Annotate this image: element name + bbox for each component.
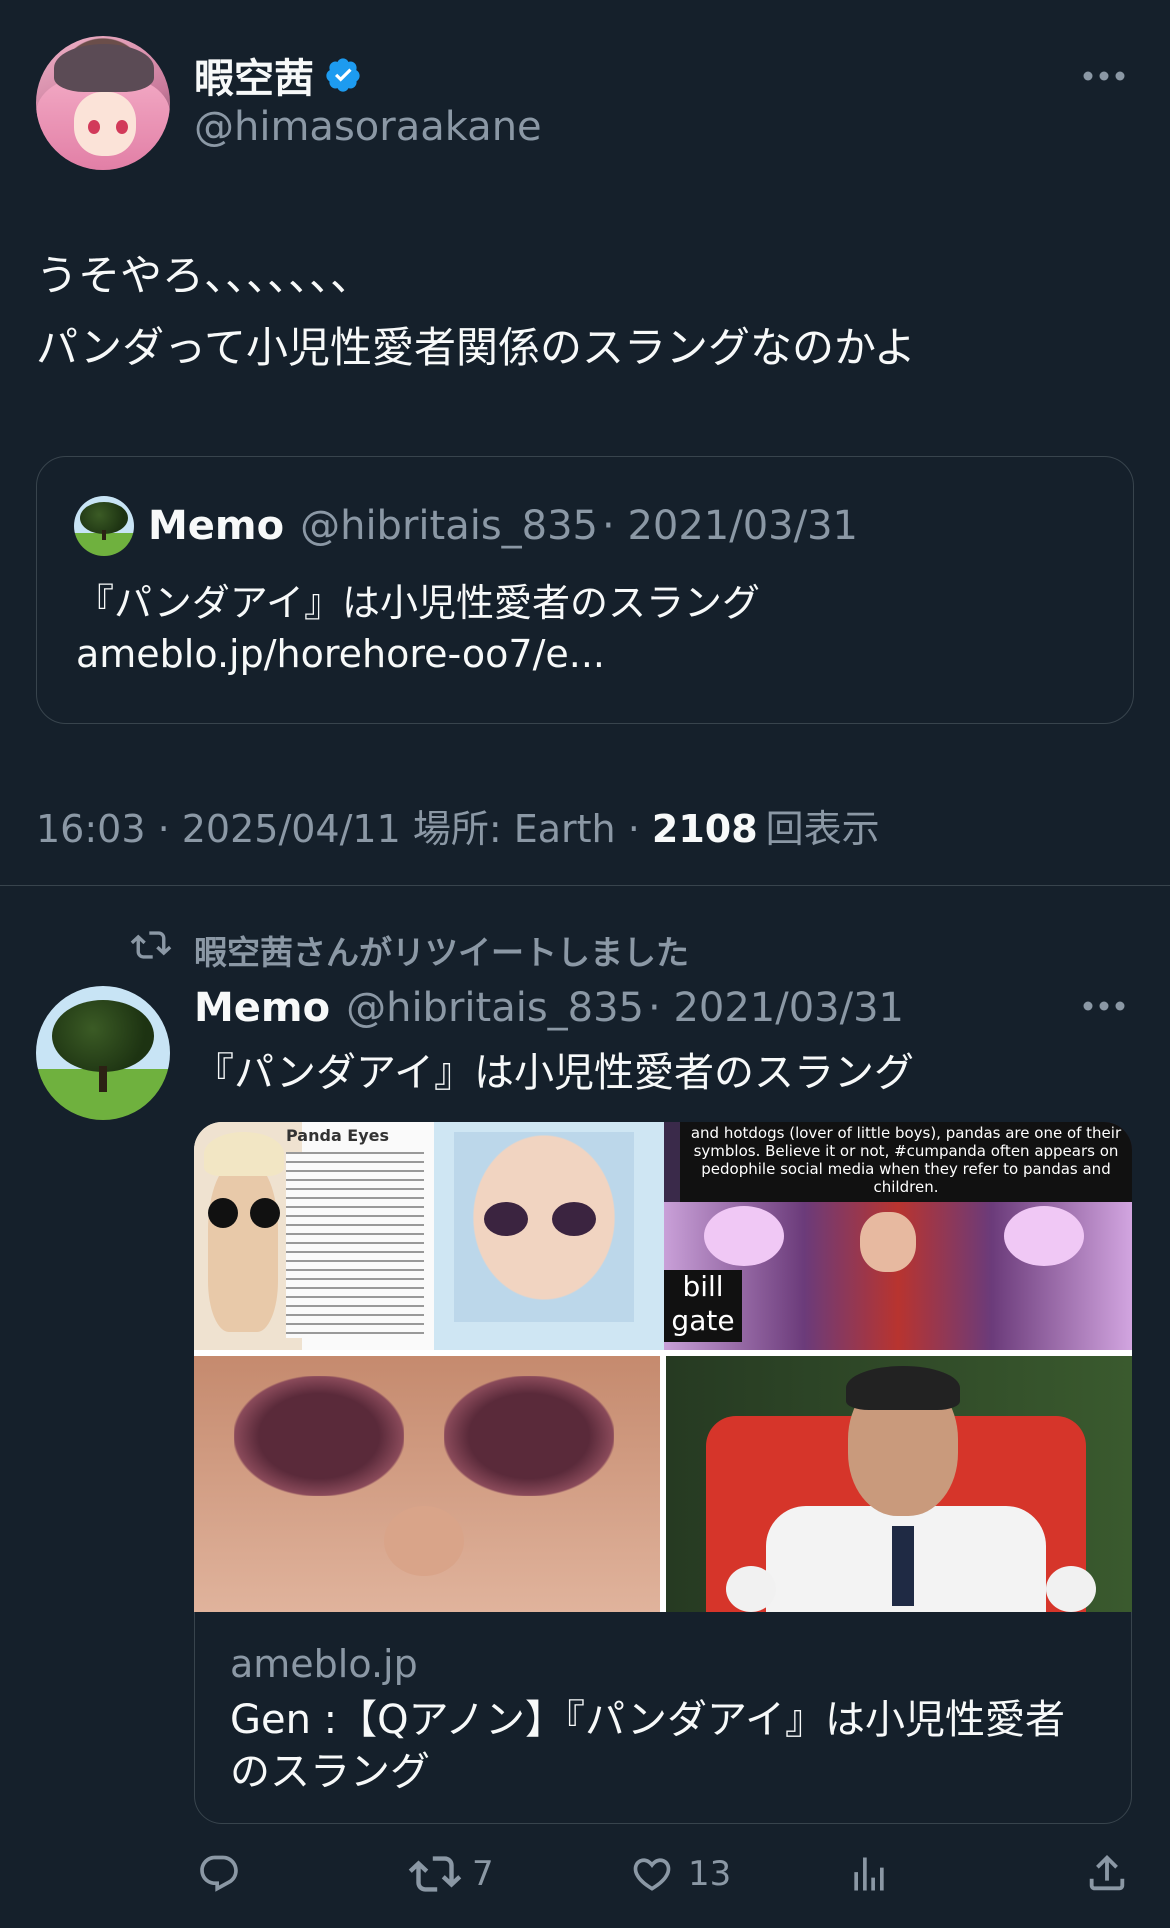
reply-icon[interactable]: [196, 1852, 242, 1896]
retweet-icon[interactable]: [408, 1852, 462, 1896]
view-label: 回表示: [765, 807, 880, 851]
quoted-display-name[interactable]: Memo: [148, 503, 284, 549]
media-caption-line-1: bill: [682, 1270, 724, 1303]
retweet-count: 7: [472, 1854, 494, 1894]
quoted-author-avatar[interactable]: [74, 496, 134, 556]
share-icon[interactable]: [1084, 1850, 1130, 1896]
author-avatar[interactable]: [36, 36, 170, 170]
views-icon[interactable]: [846, 1852, 892, 1896]
quoted-link[interactable]: ameblo.jp/horehore-oo7/e...: [76, 632, 605, 676]
like-count: 13: [688, 1854, 732, 1894]
author-display-name[interactable]: 暇空茜: [194, 46, 314, 104]
retweet-handle[interactable]: @hibritais_835: [346, 985, 644, 1031]
tweet-text-line-2: パンダって小児性愛者関係のスラングなのかよ: [36, 323, 916, 372]
retweet-text: 『パンダアイ』は小児性愛者のスラング: [194, 1050, 914, 1096]
media-caption-line-2: gate: [671, 1304, 735, 1337]
link-title-line-1[interactable]: Gen :【Qアノン】『パンダアイ』は小児性愛者: [230, 1694, 1065, 1746]
quoted-handle[interactable]: @hibritais_835: [300, 503, 598, 549]
divider: [0, 885, 1170, 886]
link-title-line-2[interactable]: のスラング: [230, 1746, 1065, 1798]
link-domain[interactable]: ameblo.jp: [230, 1642, 418, 1686]
quoted-text: 『パンダアイ』は小児性愛者のスラング: [76, 581, 761, 625]
retweet-context[interactable]: 暇空茜さんがリツイートしました: [194, 926, 689, 974]
retweet-context-icon: [130, 931, 172, 959]
retweet-more-icon[interactable]: [1082, 996, 1126, 1016]
like-icon[interactable]: [628, 1852, 676, 1896]
panda-eyes-title: Panda Eyes: [286, 1126, 390, 1145]
quoted-date[interactable]: · 2021/03/31: [602, 503, 858, 549]
author-handle[interactable]: @himasoraakane: [194, 104, 542, 150]
verified-badge-icon: [326, 58, 360, 92]
retweet-date[interactable]: · 2021/03/31: [648, 985, 904, 1031]
retweet-author-avatar[interactable]: [36, 986, 170, 1120]
media-overlay-text: and hotdogs (lover of little boys), pand…: [680, 1122, 1132, 1202]
tweet-text-line-1: うそやろ、、、、、、、: [36, 251, 373, 300]
tweet-timestamp-location[interactable]: 16:03 · 2025/04/11 場所: Earth ·: [36, 807, 652, 851]
view-count: 2108: [651, 807, 758, 851]
more-icon[interactable]: [1082, 66, 1126, 86]
retweet-display-name[interactable]: Memo: [194, 985, 330, 1031]
link-card-image[interactable]: Panda Eyes and hotdogs (lover of little …: [194, 1122, 1132, 1612]
